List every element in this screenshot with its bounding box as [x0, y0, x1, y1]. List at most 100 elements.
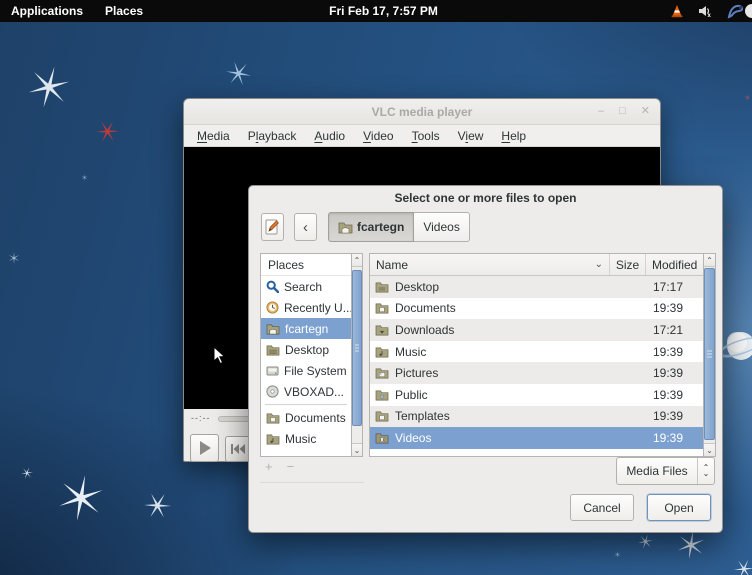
- star-decoration: [744, 94, 751, 101]
- filter-value: Media Files: [617, 464, 697, 478]
- menu-view[interactable]: View: [451, 127, 491, 145]
- star-decoration: [58, 475, 104, 521]
- vlc-titlebar[interactable]: VLC media player – □ ✕: [184, 99, 660, 125]
- menu-tools[interactable]: Tools: [405, 127, 447, 145]
- places-header: Places: [261, 254, 351, 276]
- sidebar-separator: [265, 404, 347, 405]
- sidebar-scrollbar-thumb[interactable]: [352, 270, 362, 426]
- desktop: VLC media player – □ ✕ Media Playback Au…: [0, 0, 752, 575]
- sidebar-item-file-system[interactable]: File System: [261, 360, 351, 381]
- home-folder-icon: [266, 323, 280, 335]
- file-list-header: Name ⌄ Size Modified: [370, 254, 703, 276]
- vlc-window-title: VLC media player: [372, 105, 473, 119]
- play-icon: [200, 441, 211, 455]
- breadcrumb-videos[interactable]: Videos: [414, 212, 469, 242]
- column-header-size[interactable]: Size: [609, 254, 645, 275]
- breadcrumb-videos-label: Videos: [423, 220, 459, 234]
- star-decoration: [726, 223, 732, 229]
- maximize-icon[interactable]: □: [619, 106, 626, 117]
- search-icon: [266, 280, 279, 293]
- sidebar-item-home[interactable]: fcartegn: [261, 318, 351, 339]
- play-button[interactable]: [190, 434, 219, 462]
- dialog-title: Select one or more files to open: [249, 191, 722, 205]
- star-decoration: [8, 252, 20, 264]
- star-decoration: [734, 559, 752, 575]
- sidebar-item-recently-used[interactable]: Recently U...: [261, 297, 351, 318]
- folder-icon: [375, 281, 389, 293]
- back-icon: ‹: [303, 219, 308, 236]
- open-button[interactable]: Open: [647, 494, 711, 521]
- drive-icon: [266, 365, 279, 377]
- star-decoration: [21, 467, 33, 479]
- svg-text:x: x: [708, 13, 712, 18]
- tray-status-icon[interactable]: [745, 4, 752, 18]
- user-applet-icon[interactable]: [727, 3, 744, 19]
- file-row-videos-selected[interactable]: Videos 19:39: [370, 427, 703, 449]
- applications-menu[interactable]: Applications: [0, 0, 94, 22]
- menu-playback[interactable]: Playback: [241, 127, 304, 145]
- vlc-tray-icon[interactable]: [670, 4, 684, 18]
- close-icon[interactable]: ✕: [641, 106, 650, 117]
- top-panel: Applications Places Fri Feb 17, 7:57 PM …: [0, 0, 752, 22]
- sidebar-scrollbar[interactable]: ⌃ ⌄: [351, 253, 363, 457]
- file-row-desktop[interactable]: Desktop 17:17: [370, 276, 703, 298]
- sidebar-item-documents[interactable]: Documents: [261, 407, 351, 428]
- menu-help[interactable]: Help: [494, 127, 533, 145]
- path-bar: ‹ fcartegn Videos: [261, 212, 470, 242]
- clock[interactable]: Fri Feb 17, 7:57 PM: [329, 4, 438, 18]
- folder-icon: [375, 302, 389, 314]
- folder-icon: [266, 344, 280, 356]
- file-row-templates[interactable]: Templates 19:39: [370, 406, 703, 428]
- sidebar-item-search[interactable]: Search: [261, 276, 351, 297]
- file-chooser-dialog: Select one or more files to open ‹ fcart…: [248, 185, 723, 533]
- sort-descending-icon: ⌄: [595, 259, 603, 270]
- add-bookmark-button[interactable]: +: [265, 459, 273, 474]
- file-type-filter[interactable]: Media Files ⌃⌄: [616, 457, 715, 485]
- breadcrumb: fcartegn Videos: [328, 212, 470, 242]
- back-button[interactable]: ‹: [294, 213, 317, 241]
- menu-video[interactable]: Video: [356, 127, 400, 145]
- file-row-music[interactable]: Music 19:39: [370, 341, 703, 363]
- file-row-documents[interactable]: Documents 19:39: [370, 298, 703, 320]
- file-list-scrollbar[interactable]: ⌃ ⌄: [703, 253, 716, 457]
- places-menu[interactable]: Places: [94, 0, 154, 22]
- volume-muted-icon[interactable]: x: [698, 4, 713, 18]
- star-decoration: [638, 534, 653, 549]
- scroll-up-icon[interactable]: ⌃: [704, 254, 715, 267]
- file-row-public[interactable]: Public 19:39: [370, 384, 703, 406]
- folder-icon: [375, 367, 389, 379]
- scroll-down-icon[interactable]: ⌄: [352, 443, 362, 456]
- breadcrumb-home[interactable]: fcartegn: [328, 212, 414, 242]
- cancel-button[interactable]: Cancel: [570, 494, 634, 521]
- sidebar-item-desktop[interactable]: Desktop: [261, 339, 351, 360]
- file-row-downloads[interactable]: Downloads 17:21: [370, 319, 703, 341]
- sidebar-item-music[interactable]: Music: [261, 428, 351, 449]
- folder-icon: [375, 324, 389, 336]
- menu-audio[interactable]: Audio: [307, 127, 352, 145]
- disc-icon: [266, 385, 279, 398]
- column-header-modified[interactable]: Modified: [645, 254, 703, 275]
- clock-icon: [266, 301, 279, 314]
- separator: [260, 482, 364, 483]
- column-header-name[interactable]: Name ⌄: [370, 254, 609, 275]
- sidebar-item-vbox-cd[interactable]: VBOXAD...: [261, 381, 351, 402]
- home-folder-icon: [338, 221, 353, 234]
- scroll-up-icon[interactable]: ⌃: [352, 254, 362, 267]
- star-decoration: [96, 120, 119, 143]
- star-decoration: [677, 531, 705, 559]
- file-row-pictures[interactable]: Pictures 19:39: [370, 362, 703, 384]
- file-list-scrollbar-thumb[interactable]: [704, 268, 715, 440]
- folder-icon: [266, 412, 280, 424]
- minimize-icon[interactable]: –: [598, 106, 604, 117]
- remove-bookmark-button[interactable]: −: [287, 459, 295, 474]
- folder-icon: [266, 433, 280, 445]
- star-decoration: [81, 174, 88, 181]
- scroll-down-icon[interactable]: ⌄: [704, 443, 715, 456]
- vlc-menubar: Media Playback Audio Video Tools View He…: [184, 125, 660, 147]
- previous-icon: [231, 444, 245, 454]
- folder-icon: [375, 410, 389, 422]
- vlc-elapsed-time: --:--: [191, 413, 211, 423]
- file-list: Name ⌄ Size Modified Desktop 17:17 Docum…: [369, 253, 703, 457]
- type-location-button[interactable]: [261, 213, 284, 241]
- menu-media[interactable]: Media: [190, 127, 237, 145]
